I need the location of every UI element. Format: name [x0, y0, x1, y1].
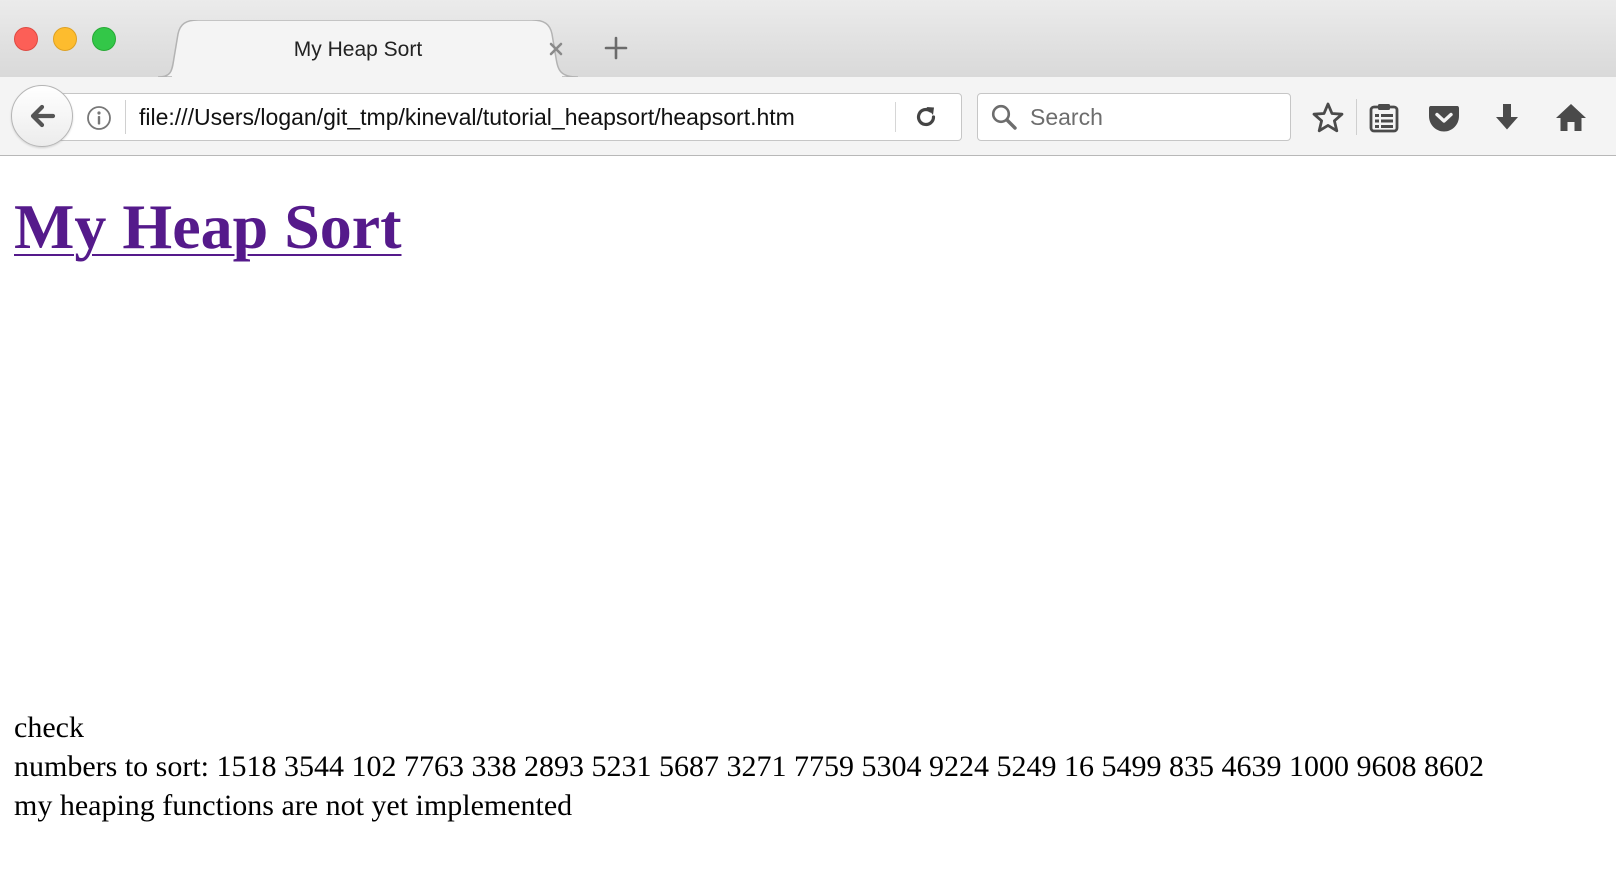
new-tab-icon[interactable]	[604, 36, 628, 60]
site-info-icon[interactable]	[86, 105, 112, 131]
window-close-button[interactable]	[14, 27, 38, 51]
check-line: check	[14, 711, 84, 744]
reading-list-icon[interactable]	[1367, 101, 1401, 135]
bookmark-star-icon[interactable]	[1311, 101, 1345, 135]
home-icon[interactable]	[1554, 101, 1588, 135]
url-text[interactable]: file:///Users/logan/git_tmp/kineval/tuto…	[139, 94, 887, 140]
page-content: My Heap Sort check numbers to sort: 1518…	[0, 157, 1616, 894]
tab-strip: My Heap Sort	[0, 0, 1616, 77]
back-button[interactable]	[11, 85, 73, 147]
tab-close-icon[interactable]	[546, 39, 566, 59]
numbers-line: numbers to sort: 1518 3544 102 7763 338 …	[14, 750, 1484, 783]
download-icon[interactable]	[1490, 101, 1524, 135]
navigation-toolbar: file:///Users/logan/git_tmp/kineval/tuto…	[0, 77, 1616, 156]
window-zoom-button[interactable]	[92, 27, 116, 51]
status-line: my heaping functions are not yet impleme…	[14, 789, 573, 822]
page-title-link[interactable]: My Heap Sort	[14, 191, 402, 262]
window-minimize-button[interactable]	[53, 27, 77, 51]
toolbar-separator	[1356, 99, 1357, 135]
back-arrow-icon	[30, 104, 56, 128]
page-title: My Heap Sort	[14, 195, 402, 259]
reload-separator	[895, 102, 896, 132]
search-input[interactable]	[1030, 94, 1280, 140]
search-icon	[991, 104, 1017, 130]
browser-window: My Heap Sort file:///Users/logan/git_tmp…	[0, 0, 1616, 894]
tab-title: My Heap Sort	[293, 38, 423, 61]
output-text: check numbers to sort: 1518 3544 102 776…	[14, 708, 1484, 825]
url-separator	[125, 100, 126, 134]
tab-active[interactable]: My Heap Sort	[158, 20, 590, 77]
search-bar[interactable]	[977, 93, 1291, 141]
pocket-icon[interactable]	[1427, 101, 1461, 135]
url-bar[interactable]: file:///Users/logan/git_tmp/kineval/tuto…	[42, 93, 962, 141]
reload-icon[interactable]	[913, 104, 939, 130]
